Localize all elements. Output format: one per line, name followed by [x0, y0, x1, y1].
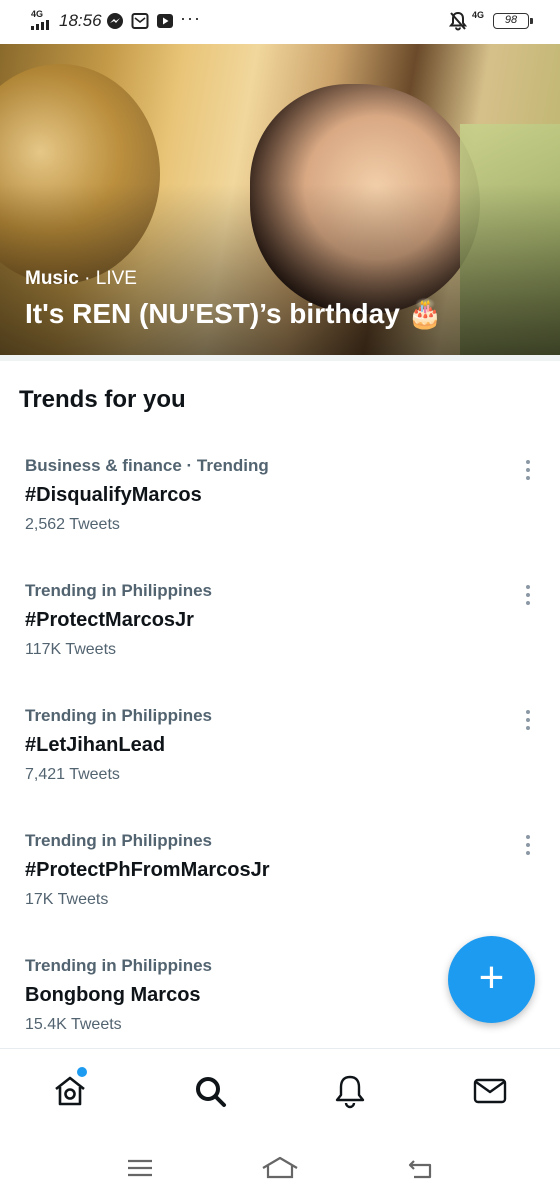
network-type: 4G	[31, 9, 44, 19]
trend-tweet-count: 17K Tweets	[25, 891, 109, 908]
search-icon[interactable]	[190, 1071, 230, 1111]
bottom-navigation	[0, 1048, 560, 1132]
event-status: LIVE	[95, 268, 137, 289]
trend-tweet-count: 7,421 Tweets	[25, 766, 120, 783]
compose-tweet-button[interactable]: +	[448, 936, 535, 1023]
home-nav-icon[interactable]	[260, 1153, 300, 1183]
plus-icon: +	[478, 953, 505, 1002]
home-unread-badge	[77, 1067, 87, 1077]
trend-context: Trending in Philippines	[25, 706, 213, 725]
event-meta: Music · LIVE	[25, 268, 137, 290]
trend-tweet-count: 2,562 Tweets	[25, 516, 120, 533]
event-separator: ·	[78, 268, 96, 289]
youtube-icon	[157, 14, 173, 28]
system-navigation-bar	[0, 1133, 560, 1200]
network-type-right: 4G	[472, 10, 485, 20]
messages-icon[interactable]	[470, 1071, 510, 1111]
trend-tweet-count: 117K Tweets	[25, 641, 117, 658]
more-options-icon[interactable]	[518, 835, 538, 857]
notifications-icon[interactable]	[330, 1071, 370, 1111]
battery-indicator: 98	[493, 13, 533, 29]
trend-name: #ProtectMarcosJr	[25, 609, 194, 631]
event-category: Music	[25, 268, 79, 289]
section-title: Trends for you	[19, 386, 186, 413]
trend-item[interactable]: Trending in Philippines #ProtectMarcosJr…	[0, 565, 560, 683]
more-notifications: ···	[180, 8, 201, 28]
trend-name: #ProtectPhFromMarcosJr	[25, 859, 270, 881]
event-title-text: It's REN (NU'EST)’s birthday	[25, 298, 400, 329]
battery-level: 98	[504, 14, 518, 26]
more-options-icon[interactable]	[518, 585, 538, 607]
trend-name: Bongbong Marcos	[25, 984, 201, 1006]
event-title: It's REN (NU'EST)’s birthday 🎂	[25, 297, 442, 330]
trend-name: #LetJihanLead	[25, 734, 166, 756]
cake-icon: 🎂	[407, 298, 443, 329]
trend-item[interactable]: Business & finance · Trending #Disqualif…	[0, 440, 560, 558]
trend-tweet-count: 15.4K Tweets	[25, 1016, 122, 1033]
trend-item[interactable]: Trending in Philippines #LetJihanLead 7,…	[0, 690, 560, 808]
trend-context: Trending in Philippines	[25, 581, 213, 600]
menu-icon[interactable]	[120, 1153, 160, 1183]
messenger-icon	[107, 13, 123, 29]
back-icon[interactable]	[400, 1153, 440, 1183]
home-icon[interactable]	[50, 1071, 90, 1111]
more-options-icon[interactable]	[518, 460, 538, 482]
trend-name: #DisqualifyMarcos	[25, 484, 202, 506]
clock: 18:56	[59, 11, 102, 30]
signal-icon	[31, 20, 49, 30]
bell-off-icon	[449, 11, 467, 31]
more-options-icon[interactable]	[518, 710, 538, 732]
section-divider	[0, 355, 560, 361]
trend-item[interactable]: Trending in Philippines #ProtectPhFromMa…	[0, 815, 560, 933]
trend-context: Trending in Philippines	[25, 956, 213, 975]
trend-context: Trending in Philippines	[25, 831, 213, 850]
status-bar: 4G 18:56 ··· 4G 98	[0, 0, 560, 44]
featured-event-banner[interactable]: Music · LIVE It's REN (NU'EST)’s birthda…	[0, 44, 560, 355]
mail-app-icon	[131, 13, 149, 29]
trend-context: Business & finance · Trending	[25, 456, 269, 475]
